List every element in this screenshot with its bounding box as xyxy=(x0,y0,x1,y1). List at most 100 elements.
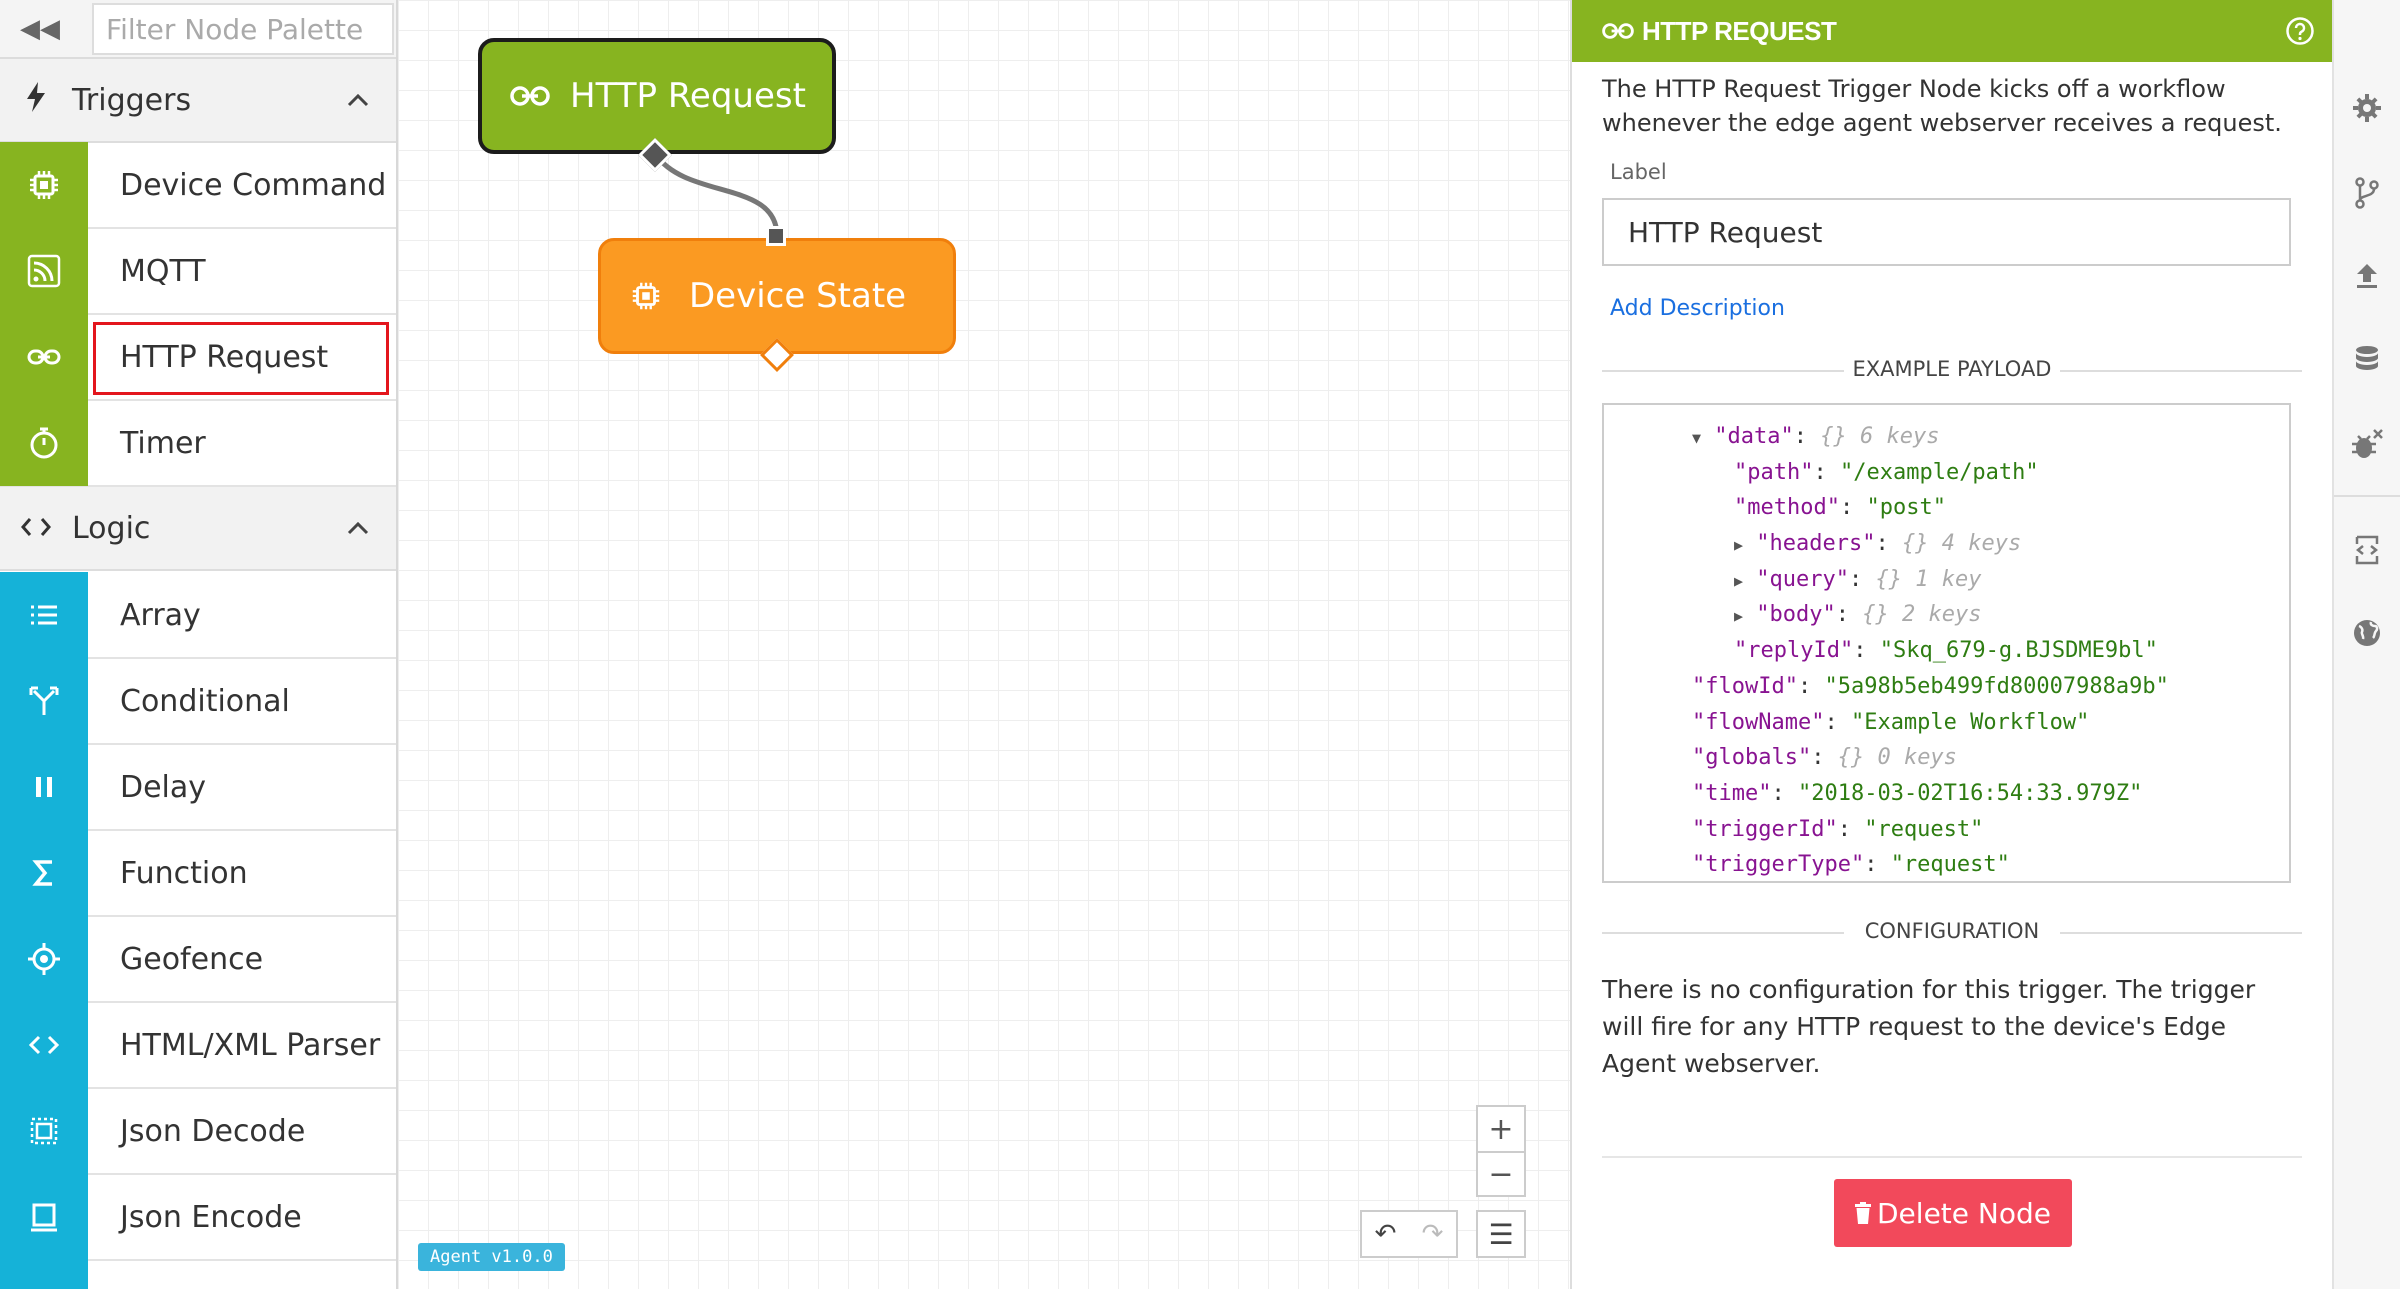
json-meta: {} 4 keys xyxy=(1902,531,2022,557)
double-chevron-left-icon: ◀◀ xyxy=(20,13,60,44)
label-input[interactable] xyxy=(1602,198,2291,266)
stopwatch-icon xyxy=(0,400,88,486)
palette-item-geofence[interactable]: Geofence xyxy=(0,916,396,1003)
input-port[interactable] xyxy=(766,226,786,246)
database-icon[interactable] xyxy=(2334,330,2400,390)
palette-item-mqtt[interactable]: MQTT xyxy=(0,228,396,315)
palette-item-json-decode[interactable]: Json Decode xyxy=(0,1088,396,1175)
collapse-palette-button[interactable]: ◀◀ xyxy=(0,0,80,57)
category-triggers-header[interactable]: Triggers xyxy=(0,59,396,143)
json-key: "method" xyxy=(1734,495,1840,521)
link-icon xyxy=(510,85,550,107)
palette-item-conditional[interactable]: Conditional xyxy=(0,658,396,745)
palette-item-html-xml-parser[interactable]: HTML/XML Parser xyxy=(0,1002,396,1089)
palette-item-array[interactable]: Array xyxy=(0,572,396,659)
filter-node-palette-input[interactable] xyxy=(92,3,394,55)
palette-item-label: Device Command xyxy=(120,167,387,203)
caret-right-icon[interactable]: ▶ xyxy=(1734,607,1743,625)
palette-item-function[interactable]: Function xyxy=(0,830,396,917)
caret-down-icon[interactable]: ▼ xyxy=(1692,429,1701,447)
section-title-text: EXAMPLE PAYLOAD xyxy=(1852,357,2052,381)
json-value: "request" xyxy=(1890,852,2010,878)
json-value: "Example Workflow" xyxy=(1850,709,2090,735)
json-key: "globals" xyxy=(1692,745,1812,771)
redo-icon[interactable]: ↷ xyxy=(1409,1212,1456,1256)
panel-header: HTTP REQUEST xyxy=(1572,0,2332,62)
flow-node-label: HTTP Request xyxy=(570,76,806,116)
payload-line: "triggerType": "request" xyxy=(1692,852,2010,878)
agent-version-badge: Agent v1.0.0 xyxy=(418,1243,565,1271)
palette-item-label: Conditional xyxy=(120,683,290,719)
zoom-controls: + − xyxy=(1476,1105,1526,1197)
zoom-in-button[interactable]: + xyxy=(1478,1107,1524,1151)
payload-line: ▶ "body": {} 2 keys xyxy=(1734,602,1982,628)
flow-node-label: Device State xyxy=(689,276,907,316)
json-value: "Skq_679-g.BJSDME9bl" xyxy=(1879,638,2158,664)
dashed-square-icon xyxy=(0,1088,88,1174)
example-payload-viewer[interactable]: ▼ "data": {} 6 keys "path": "/example/pa… xyxy=(1602,403,2291,883)
payload-line: "method": "post" xyxy=(1734,495,1946,521)
help-icon[interactable] xyxy=(2268,16,2332,46)
toolbar-separator xyxy=(2334,495,2400,497)
json-key: "query" xyxy=(1756,566,1849,592)
connection-wire xyxy=(653,153,780,238)
workflow-canvas[interactable]: HTTP Request Device State + − ↶ ↷ ☰ Agen… xyxy=(398,0,1570,1289)
hamburger-menu-icon[interactable]: ☰ xyxy=(1476,1210,1526,1258)
chip-icon xyxy=(0,142,88,228)
configuration-text: There is no configuration for this trigg… xyxy=(1602,975,2256,1078)
zoom-out-button[interactable]: − xyxy=(1478,1151,1524,1195)
json-key: "data" xyxy=(1714,424,1794,449)
category-logic-header[interactable]: Logic xyxy=(0,487,396,571)
palette-item-label: Array xyxy=(120,597,201,633)
palette-item-label: HTTP Request xyxy=(120,339,329,375)
chevron-up-icon[interactable] xyxy=(318,513,396,543)
json-key: "triggerId" xyxy=(1692,816,1838,842)
flow-node-device-state[interactable]: Device State xyxy=(598,238,956,354)
json-value: "/example/path" xyxy=(1839,459,2039,485)
caret-right-icon[interactable]: ▶ xyxy=(1734,572,1743,590)
json-key: "body" xyxy=(1756,602,1836,628)
node-description: The HTTP Request Trigger Node kicks off … xyxy=(1602,75,2282,137)
globe-icon[interactable] xyxy=(2334,603,2400,663)
upload-icon[interactable] xyxy=(2334,245,2400,305)
palette-item-next[interactable] xyxy=(0,1260,396,1289)
delete-node-button[interactable]: Delete Node xyxy=(1834,1179,2072,1247)
panel-title: HTTP REQUEST xyxy=(1642,15,1837,46)
palette-item-json-encode[interactable]: Json Encode xyxy=(0,1174,396,1261)
node-properties-panel: HTTP REQUEST The HTTP Request Trigger No… xyxy=(1570,0,2332,1289)
rss-feed-icon xyxy=(0,228,88,314)
category-label: Triggers xyxy=(72,82,192,118)
palette-item-http-request[interactable]: HTTP Request xyxy=(0,314,396,401)
palette-item-device-command[interactable]: Device Command xyxy=(0,142,396,229)
payload-line: "triggerId": "request" xyxy=(1692,816,1984,842)
json-key: "triggerType" xyxy=(1692,852,1865,878)
payload-line: "path": "/example/path" xyxy=(1734,459,2039,485)
palette-item-label: Json Decode xyxy=(120,1113,306,1149)
undo-redo-controls: ↶ ↷ xyxy=(1360,1210,1458,1258)
payload-line: "globals": {} 0 keys xyxy=(1692,745,1957,771)
bug-icon[interactable] xyxy=(2334,415,2400,475)
payload-line: "flowId": "5a98b5eb499fd80007988a9b" xyxy=(1692,673,2169,699)
palette-item-delay[interactable]: Delay xyxy=(0,744,396,831)
configuration-title: CONFIGURATION xyxy=(1602,919,2302,945)
caret-right-icon[interactable]: ▶ xyxy=(1734,536,1743,554)
add-description-link[interactable]: Add Description xyxy=(1610,296,2302,321)
lightning-icon xyxy=(0,81,72,119)
gear-icon[interactable] xyxy=(2334,78,2400,138)
flow-node-http-request[interactable]: HTTP Request xyxy=(478,38,836,154)
palette-item-timer[interactable]: Timer xyxy=(0,400,396,487)
undo-icon[interactable]: ↶ xyxy=(1362,1212,1409,1256)
payload-line: ▶ "query": {} 1 key xyxy=(1734,566,1982,592)
payload-line: ▼ "data": {} 6 keys xyxy=(1692,424,1940,449)
palette-item-label: MQTT xyxy=(120,253,206,289)
palette-item-label: Delay xyxy=(120,769,207,805)
pause-icon xyxy=(0,744,88,830)
code-frame-icon[interactable] xyxy=(2334,520,2400,580)
split-arrows-icon xyxy=(0,658,88,744)
json-key: "path" xyxy=(1734,459,1814,485)
category-label: Logic xyxy=(72,510,151,546)
trash-icon xyxy=(1855,1202,1871,1224)
branch-icon[interactable] xyxy=(2334,163,2400,223)
chevron-up-icon[interactable] xyxy=(318,85,396,115)
json-key: "time" xyxy=(1692,780,1772,806)
